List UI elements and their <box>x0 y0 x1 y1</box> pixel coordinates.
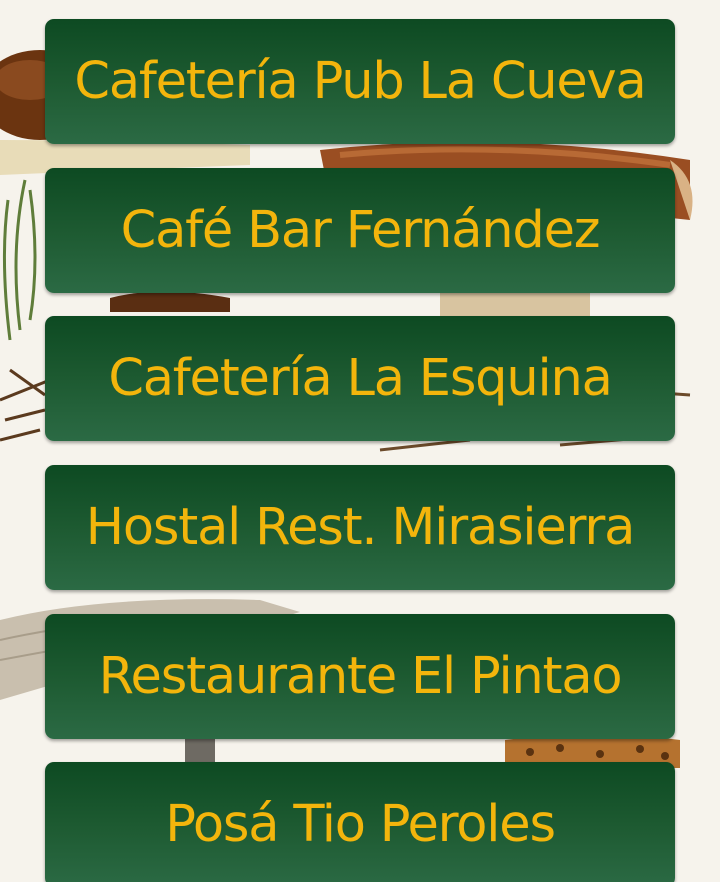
venue-label: Café Bar Fernández <box>120 201 601 260</box>
venue-button-posa-tio-peroles[interactable]: Posá Tio Peroles <box>45 762 675 882</box>
venue-list: Cafetería Pub La Cueva Café Bar Fernánde… <box>0 0 720 882</box>
venue-button-cafe-bar-fernandez[interactable]: Café Bar Fernández <box>45 168 675 293</box>
venue-label: Cafetería La Esquina <box>108 349 612 408</box>
venue-button-cafeteria-pub-la-cueva[interactable]: Cafetería Pub La Cueva <box>45 19 675 144</box>
venue-label: Cafetería Pub La Cueva <box>74 52 646 111</box>
venue-label: Restaurante El Pintao <box>98 647 623 706</box>
venue-label: Posá Tio Peroles <box>165 795 556 854</box>
venue-button-cafeteria-la-esquina[interactable]: Cafetería La Esquina <box>45 316 675 441</box>
venue-label: Hostal Rest. Mirasierra <box>85 498 636 557</box>
venue-button-hostal-rest-mirasierra[interactable]: Hostal Rest. Mirasierra <box>45 465 675 590</box>
venue-button-restaurante-el-pintao[interactable]: Restaurante El Pintao <box>45 614 675 739</box>
